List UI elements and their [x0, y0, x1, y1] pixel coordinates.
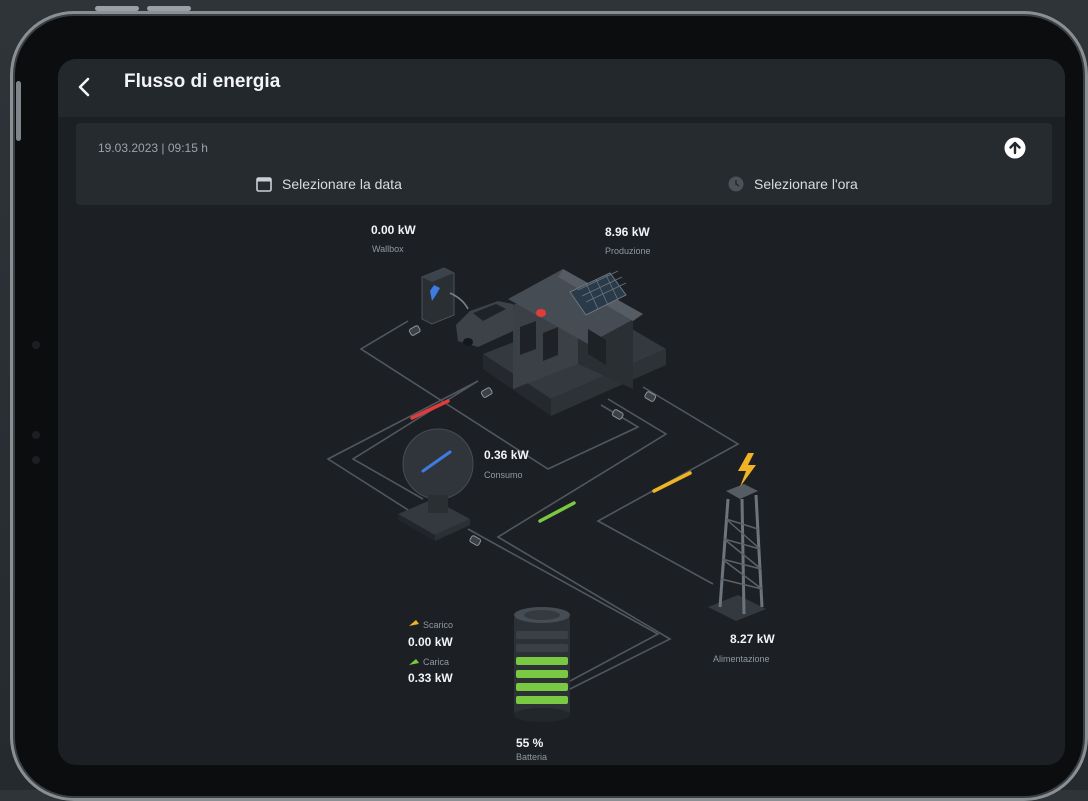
grid-label: Alimentazione — [713, 654, 770, 664]
charge-icon — [409, 659, 419, 665]
battery-level: 55 % — [516, 736, 544, 750]
consumption-label: Consumo — [484, 470, 523, 480]
consumption-value: 0.36 kW — [484, 448, 529, 462]
camera-dot — [32, 341, 40, 349]
battery-label: Batteria — [516, 752, 548, 762]
house-illustration — [483, 269, 666, 416]
wallbox-illustration — [421, 267, 469, 325]
lightbulb-illustration — [398, 428, 474, 541]
wallbox-label: Wallbox — [372, 244, 404, 254]
production-value: 8.96 kW — [605, 225, 650, 239]
camera-dot — [32, 431, 40, 439]
camera-dot — [32, 456, 40, 464]
charge-label: Carica — [423, 657, 450, 667]
side-button — [16, 81, 21, 141]
wallbox-value: 0.00 kW — [371, 223, 416, 237]
flow-segment-green — [538, 501, 576, 523]
charge-value: 0.33 kW — [408, 671, 453, 685]
flow-segment-yellow — [652, 471, 692, 493]
discharge-icon — [409, 620, 419, 626]
tablet-frame: Flusso di energia 19.03.2023 | 09:15 h S… — [10, 11, 1088, 801]
energy-flow-diagram — [326, 267, 766, 722]
flow-segment-red — [410, 399, 450, 420]
discharge-value: 0.00 kW — [408, 635, 453, 649]
app-screen: Flusso di energia 19.03.2023 | 09:15 h S… — [58, 59, 1065, 765]
battery-illustration — [514, 607, 570, 722]
grid-value: 8.27 kW — [730, 632, 775, 646]
power-pylon-illustration — [708, 453, 766, 621]
car-illustration — [456, 301, 513, 347]
discharge-label: Scarico — [423, 620, 454, 630]
production-label: Produzione — [605, 246, 651, 256]
